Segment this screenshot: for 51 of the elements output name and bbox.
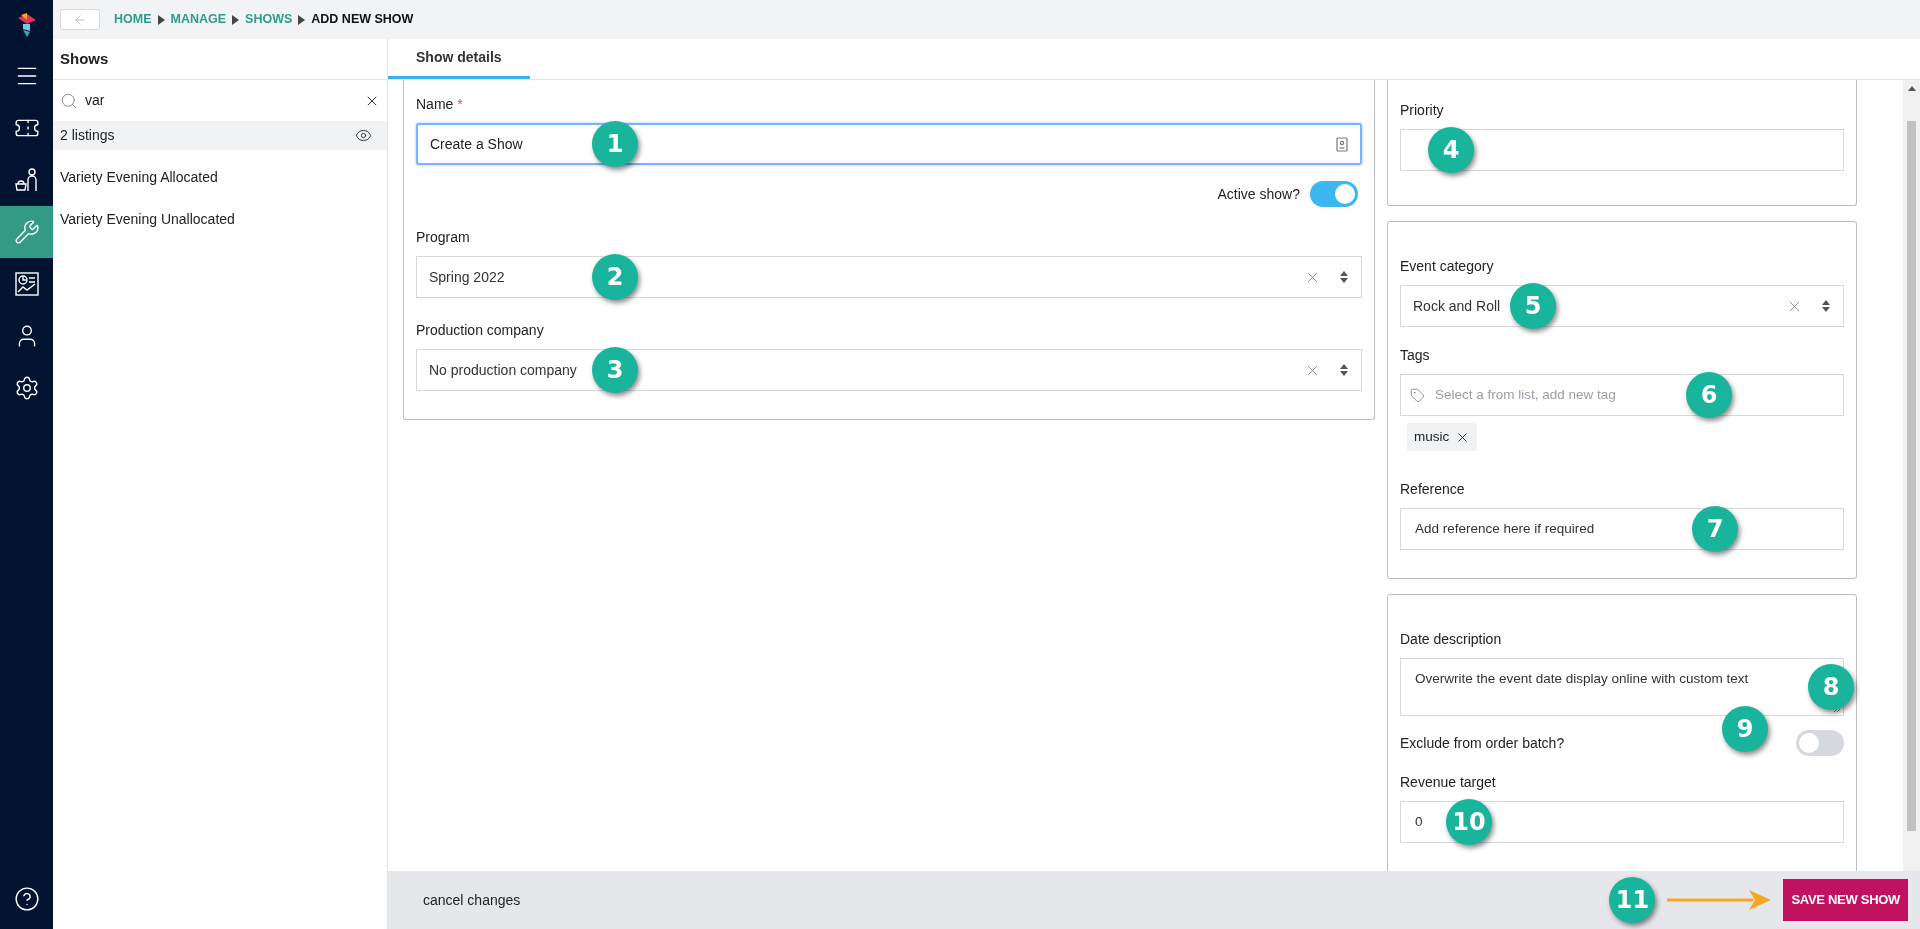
save-new-show-button[interactable]: SAVE NEW SHOW [1783, 879, 1908, 921]
help-icon[interactable] [13, 886, 40, 912]
tab[interactable]: Show details [388, 38, 530, 79]
input-value: Create a Show [430, 134, 523, 154]
sort-icon[interactable] [1339, 270, 1349, 284]
field-label: Program [416, 228, 470, 247]
scroll-up-icon[interactable] [1907, 86, 1916, 91]
panel-title: Shows [60, 48, 109, 69]
callout-badge: 9 [1722, 706, 1768, 752]
person-basket-icon[interactable] [13, 167, 40, 193]
listing-count: 2 listings [60, 126, 115, 145]
scrollbar-thumb[interactable] [1907, 121, 1916, 831]
cancel-changes-link[interactable]: cancel changes [423, 889, 521, 911]
field-label: Event category [1400, 257, 1494, 276]
report-icon[interactable] [13, 271, 40, 297]
breadcrumb-separator-icon [157, 14, 165, 25]
tags-placeholder: Select a from list, add new tag [1435, 385, 1616, 404]
toggle-switch[interactable] [1796, 730, 1844, 756]
field-label: Priority [1400, 101, 1444, 120]
contact-card-icon [1336, 136, 1348, 152]
show-list-item[interactable]: Variety Evening Unallocated [53, 198, 387, 240]
search-field[interactable]: var [53, 80, 387, 121]
wrench-icon[interactable] [13, 219, 40, 245]
eye-icon[interactable] [355, 127, 372, 144]
search-value: var [85, 91, 106, 110]
select-value: No production company [429, 360, 577, 380]
priority-input[interactable] [1400, 129, 1844, 171]
select-value: Rock and Roll [1413, 296, 1501, 316]
callout-badge: 11 [1609, 877, 1656, 923]
tag-icon [1410, 387, 1425, 403]
breadcrumb-current: ADD NEW SHOW [311, 11, 414, 29]
field-label: Reference [1400, 480, 1465, 499]
field-label: Production company [416, 321, 544, 340]
field-label: Tags [1400, 346, 1430, 365]
search-icon [60, 91, 78, 110]
toggle-label: Exclude from order batch? [1400, 733, 1565, 753]
sort-icon[interactable] [1821, 299, 1831, 313]
textarea-value: Overwrite the event date display online with custom text [1415, 671, 1749, 686]
required-mark: * [457, 95, 463, 114]
field-label: Revenue target [1400, 773, 1496, 792]
breadcrumb-separator-icon [298, 14, 306, 25]
show-list-item[interactable]: Variety Evening Allocated [53, 156, 387, 198]
toggle-switch[interactable] [1310, 181, 1358, 207]
select-value: Spring 2022 [429, 267, 505, 287]
toggle-label: Active show? [1217, 184, 1300, 204]
breadcrumb-separator-icon [232, 14, 240, 25]
sort-icon[interactable] [1339, 363, 1349, 377]
field-label: Date description [1400, 630, 1502, 649]
settings-icon[interactable] [13, 375, 40, 401]
tag-chip[interactable]: music [1407, 423, 1478, 451]
field-label: Name [416, 95, 454, 114]
